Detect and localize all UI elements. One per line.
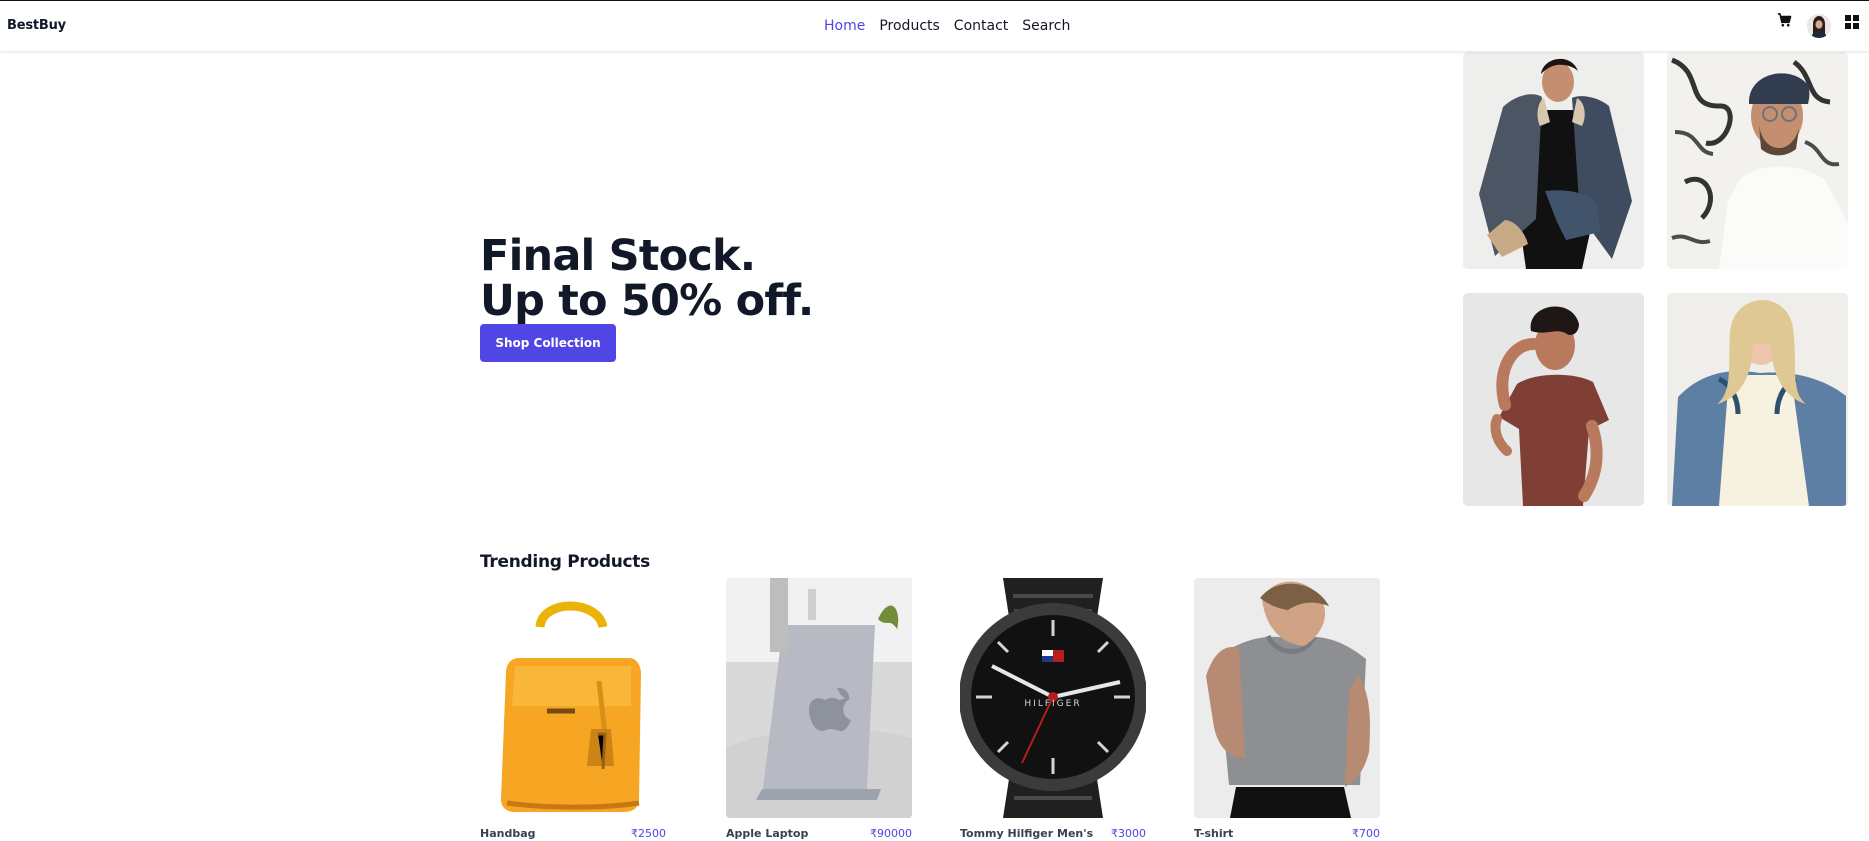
product-meta: T-shirt ₹700 <box>1194 827 1380 841</box>
nav-link-home[interactable]: Home <box>824 18 865 34</box>
product-card-tommy-hilfiger[interactable]: HILFIGER Tommy Hilfiger Men's ₹3000 <box>960 578 1146 841</box>
product-price: ₹90000 <box>870 827 912 840</box>
trending-products-title: Trending Products <box>480 552 650 573</box>
nav-link-search[interactable]: Search <box>1022 18 1070 34</box>
product-name[interactable]: T-shirt <box>1194 827 1233 841</box>
product-price: ₹3000 <box>1111 827 1146 840</box>
man-brown-tshirt-image <box>1463 293 1644 506</box>
cart-icon[interactable] <box>1777 13 1792 28</box>
product-meta: Tommy Hilfiger Men's ₹3000 <box>960 827 1146 841</box>
product-name[interactable]: Tommy Hilfiger Men's <box>960 827 1093 841</box>
product-meta: Handbag ₹2500 <box>480 827 666 841</box>
svg-text:HILFIGER: HILFIGER <box>1024 699 1081 709</box>
product-card-tshirt[interactable]: T-shirt ₹700 <box>1194 578 1380 841</box>
hero-title-line-1: Final Stock. <box>480 230 756 281</box>
hero-title: Final Stock. Up to 50% off. <box>480 230 814 326</box>
woman-denim-jacket-blonde-image <box>1667 293 1848 506</box>
hero-title-line-2: Up to 50% off. <box>480 275 814 326</box>
woman-denim-jacket-image <box>1463 52 1644 269</box>
product-card-apple-laptop[interactable]: Apple Laptop ₹90000 <box>726 578 912 841</box>
nav-link-products[interactable]: Products <box>879 18 939 34</box>
avatar[interactable] <box>1807 14 1831 38</box>
apple-laptop-image[interactable] <box>726 578 912 818</box>
navbar: BestBuy Home Products Contact Search <box>0 0 1869 51</box>
grid-icon[interactable] <box>1845 14 1859 29</box>
watch-image[interactable]: HILFIGER <box>960 578 1146 818</box>
product-name[interactable]: Apple Laptop <box>726 827 808 841</box>
tshirt-image[interactable] <box>1194 578 1380 818</box>
product-price: ₹700 <box>1352 827 1380 840</box>
product-card-handbag[interactable]: Handbag ₹2500 <box>480 578 666 841</box>
product-price: ₹2500 <box>631 827 666 840</box>
product-name[interactable]: Handbag <box>480 827 536 841</box>
nav-link-contact[interactable]: Contact <box>954 18 1008 34</box>
handbag-image[interactable] <box>480 578 666 818</box>
main-nav: Home Products Contact Search <box>824 18 1070 34</box>
brand-logo[interactable]: BestBuy <box>7 18 66 33</box>
product-meta: Apple Laptop ₹90000 <box>726 827 912 841</box>
shop-collection-button[interactable]: Shop Collection <box>480 324 616 362</box>
man-beanie-image <box>1667 52 1848 269</box>
